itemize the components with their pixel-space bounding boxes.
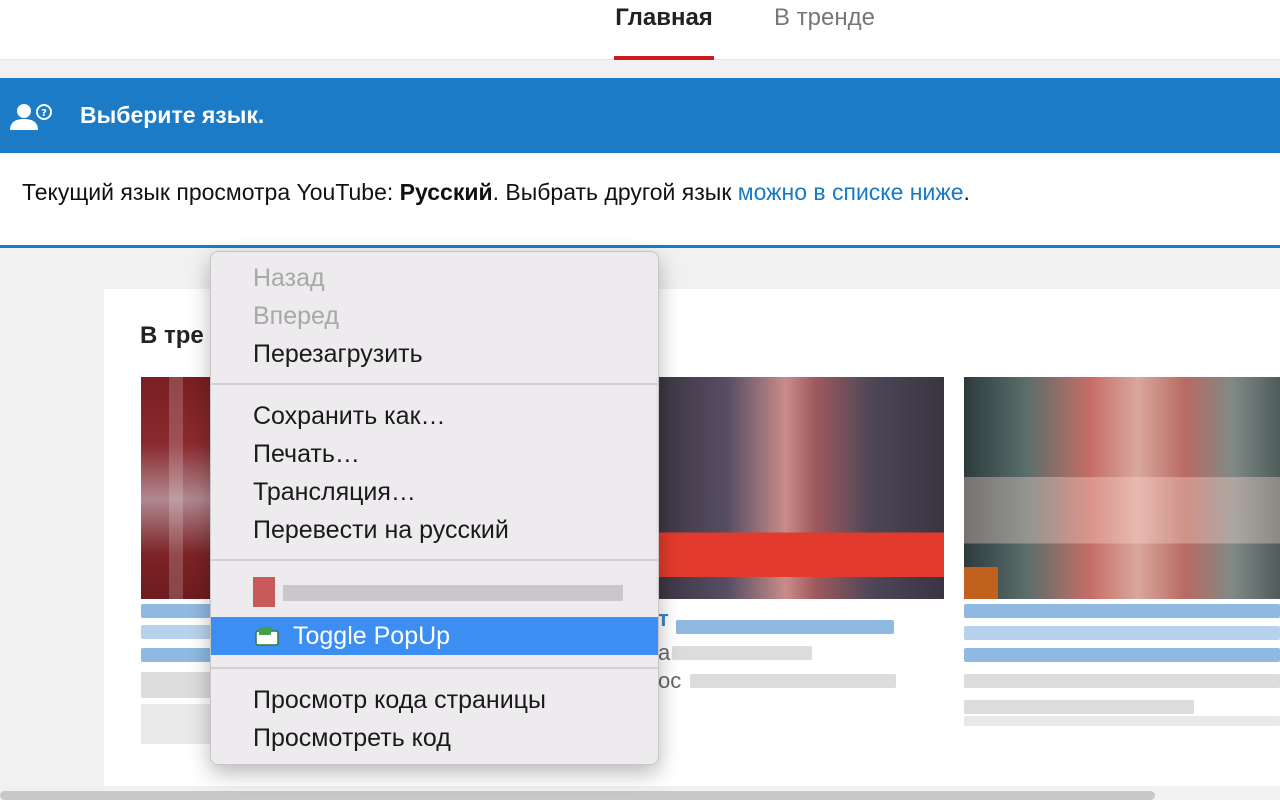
menu-item-toggle-popup-label: Toggle PopUp (293, 622, 451, 650)
tab-trending[interactable]: В тренде (774, 0, 875, 60)
menu-item-save-as[interactable]: Сохранить как… (211, 397, 658, 435)
video-title-1-line[interactable] (141, 625, 211, 639)
video-thumbnail-1[interactable] (141, 377, 211, 599)
trending-section-title: В тре (140, 322, 204, 349)
video-meta-2b: ос (658, 668, 682, 693)
language-list-link[interactable]: можно в списке ниже (738, 179, 964, 205)
menu-item-toggle-popup[interactable]: Toggle PopUp (211, 617, 658, 655)
horizontal-scrollbar[interactable] (0, 791, 1155, 800)
video-meta-3-line (964, 674, 1280, 688)
menu-separator (211, 667, 658, 669)
menu-item-back: Назад (253, 264, 325, 292)
menu-item-print[interactable]: Печать… (211, 435, 658, 473)
menu-item-cast[interactable]: Трансляция… (211, 473, 658, 511)
menu-separator (211, 383, 658, 385)
menu-item-inspect[interactable]: Просмотреть код (211, 719, 658, 757)
video-meta-1 (141, 672, 211, 698)
current-language: Русский (399, 179, 493, 205)
video-title-3-line[interactable] (964, 604, 1280, 618)
video-meta-3-line (964, 716, 1280, 726)
video-title-2-line[interactable] (676, 620, 894, 634)
extension-label-blurred (283, 585, 623, 601)
menu-item-forward: Вперед (253, 302, 339, 330)
language-text-before: Текущий язык просмотра YouTube: (22, 179, 400, 205)
context-menu: Назад Вперед Перезагрузить Сохранить как… (210, 251, 659, 765)
video-thumbnail-3[interactable] (964, 377, 1280, 599)
video-meta-2-line (690, 674, 896, 688)
video-title-2[interactable]: т (658, 606, 669, 632)
video-meta-2-line (672, 646, 812, 660)
menu-separator (211, 559, 658, 561)
language-info-text: Текущий язык просмотра YouTube: Русский.… (22, 179, 970, 206)
language-people-icon: ? (10, 104, 52, 130)
menu-item-reload[interactable]: Перезагрузить (211, 335, 658, 373)
video-meta-3-line (964, 700, 1194, 714)
video-title-1-line[interactable] (141, 604, 211, 618)
video-title-3-line[interactable] (964, 626, 1280, 640)
menu-item-translate[interactable]: Перевести на русский (211, 511, 658, 549)
extension-icon (253, 577, 275, 607)
tab-home[interactable]: Главная (614, 0, 714, 60)
video-meta-1 (141, 704, 211, 744)
video-thumbnail-2[interactable] (656, 377, 944, 599)
language-text-middle: . Выбрать другой язык (492, 179, 738, 205)
language-text-end: . (963, 179, 970, 205)
video-meta-2: а (658, 640, 671, 665)
menu-item-view-source[interactable]: Просмотр кода страницы (211, 681, 658, 719)
video-title-1-line[interactable] (141, 648, 211, 662)
language-info-panel: Текущий язык просмотра YouTube: Русский.… (0, 153, 1280, 248)
toggle-popup-icon (255, 627, 279, 646)
language-banner: ? Выберите язык. (0, 78, 1280, 153)
video-title-3-line[interactable] (964, 648, 1280, 662)
svg-text:?: ? (41, 108, 47, 119)
language-banner-title: Выберите язык. (80, 102, 265, 128)
menu-item-extension-blurred[interactable] (253, 577, 623, 607)
top-tab-bar: Главная В тренде (0, 0, 1280, 60)
